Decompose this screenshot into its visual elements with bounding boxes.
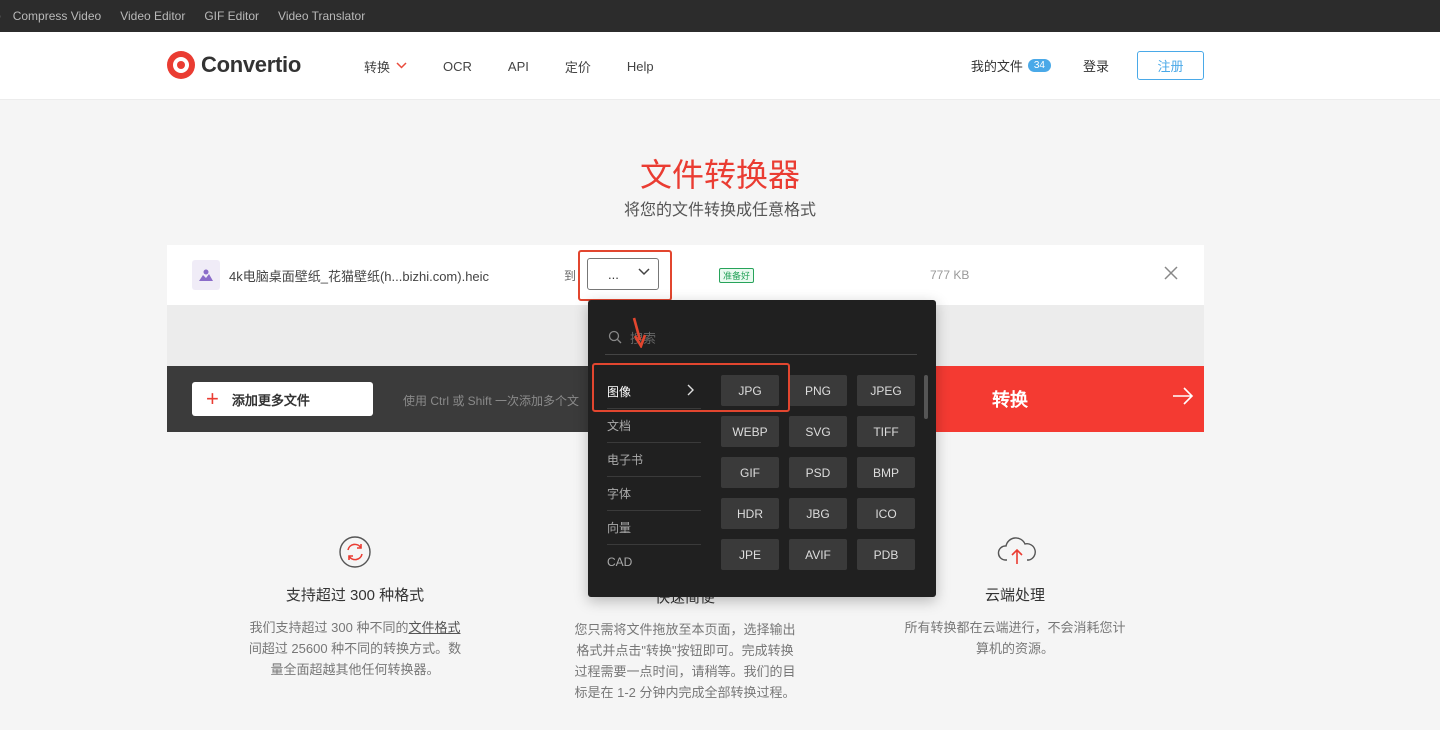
nav-convert[interactable]: 转换 <box>364 57 407 76</box>
highlight-box-format-select <box>578 250 672 301</box>
convertio-logo-icon <box>167 51 195 79</box>
logo[interactable]: Convertio <box>167 51 301 79</box>
image-file-icon <box>192 260 220 290</box>
dropdown-scrollbar[interactable] <box>924 375 928 419</box>
format-search[interactable]: 搜索 <box>605 320 917 355</box>
arrow-right-icon <box>1172 386 1194 410</box>
login-link[interactable]: 登录 <box>1083 56 1109 75</box>
category-document[interactable]: 文档 <box>607 409 701 443</box>
feature-desc-text: 格式并点击"转换"按钮即可。完成转换 <box>576 643 794 658</box>
format-option-jbg[interactable]: JBG <box>789 498 847 529</box>
signup-button[interactable]: 注册 <box>1137 51 1204 80</box>
nav-api[interactable]: API <box>508 59 529 74</box>
page-subtitle: 将您的文件转换成任意格式 <box>623 202 816 219</box>
format-option-svg[interactable]: SVG <box>789 416 847 447</box>
feature-desc-text: 您只需将文件拖放至本页面，选择输出 <box>574 622 796 637</box>
status-badge: 准备好 <box>719 268 755 283</box>
header-right: 我的文件 34 登录 注册 <box>971 51 1204 80</box>
site-header: Convertio 转换 OCR API 定价 Help 我的文件 34 登录 … <box>0 32 1440 100</box>
feature-desc-text: 我们支持超过 300 种不同的 <box>249 620 409 635</box>
logo-text: Convertio <box>201 52 301 77</box>
cloud-upload-icon <box>997 534 1036 570</box>
chevron-down-icon <box>396 61 407 72</box>
convert-button[interactable]: 转换 <box>935 366 1204 432</box>
my-files-count-badge: 34 <box>1027 59 1051 72</box>
top-link-partial[interactable]: o <box>0 9 1 23</box>
feature-formats: 支持超过 300 种格式 我们支持超过 300 种不同的文件格式 间超过 256… <box>230 534 480 680</box>
feature-desc-text: 间超过 25600 种不同的转换方式。数 <box>248 641 462 656</box>
format-option-avif[interactable]: AVIF <box>789 539 847 570</box>
file-formats-link[interactable]: 文件格式 <box>408 620 460 635</box>
nav-help[interactable]: Help <box>627 59 654 74</box>
nav-convert-label: 转换 <box>364 60 391 75</box>
category-ebook[interactable]: 电子书 <box>607 443 701 477</box>
file-size: 777 KB <box>930 268 970 282</box>
multi-select-hint: 使用 Ctrl 或 Shift 一次添加多个文 <box>403 394 580 408</box>
nav-ocr[interactable]: OCR <box>443 59 472 74</box>
feature-desc-text: 过程需要一点时间，请稍等。我们的目 <box>574 664 796 679</box>
feature-desc-text: 标是在 1-2 分钟内完成全部转换过程。 <box>574 685 796 700</box>
add-more-files-button[interactable]: + 添加更多文件 <box>192 382 373 416</box>
top-link-compress-video[interactable]: Compress Video <box>13 9 102 23</box>
top-link-video-translator[interactable]: Video Translator <box>278 9 365 23</box>
feature-title: 支持超过 300 种格式 <box>285 587 425 604</box>
annotation-arrow-icon <box>626 316 650 353</box>
feature-desc-text: 算机的资源。 <box>975 641 1054 656</box>
feature-description: 我们支持超过 300 种不同的文件格式 间超过 25600 种不同的转换方式。数… <box>230 617 480 680</box>
format-option-hdr[interactable]: HDR <box>721 498 779 529</box>
top-link-video-editor[interactable]: Video Editor <box>120 9 185 23</box>
main-nav: 转换 OCR API 定价 Help <box>364 57 690 76</box>
remove-file-icon[interactable] <box>1163 263 1179 285</box>
file-row: 4k电脑桌面壁纸_花猫壁纸(h...bizhi.com).heic 到 ... … <box>167 245 1204 305</box>
category-cad[interactable]: CAD <box>607 545 701 579</box>
format-option-gif[interactable]: GIF <box>721 457 779 488</box>
format-option-pdb[interactable]: PDB <box>857 539 915 570</box>
my-files-link[interactable]: 我的文件 34 <box>971 56 1051 75</box>
nav-pricing[interactable]: 定价 <box>565 57 591 76</box>
category-font[interactable]: 字体 <box>607 477 701 511</box>
my-files-label: 我的文件 <box>970 59 1023 74</box>
format-option-ico[interactable]: ICO <box>857 498 915 529</box>
format-option-psd[interactable]: PSD <box>789 457 847 488</box>
format-option-jpe[interactable]: JPE <box>721 539 779 570</box>
search-icon <box>608 330 622 344</box>
category-vector[interactable]: 向量 <box>607 511 701 545</box>
to-label: 到 <box>564 269 577 283</box>
format-option-png[interactable]: PNG <box>789 375 847 406</box>
top-link-gif-editor[interactable]: GIF Editor <box>204 9 259 23</box>
convert-button-label: 转换 <box>992 390 1028 410</box>
plus-icon: + <box>206 386 219 411</box>
add-more-files-label: 添加更多文件 <box>231 392 310 408</box>
format-option-webp[interactable]: WEBP <box>721 416 779 447</box>
refresh-icon <box>337 534 373 570</box>
feature-fast: 快速简便 您只需将文件拖放至本页面，选择输出 格式并点击"转换"按钮即可。完成转… <box>560 586 810 703</box>
feature-description: 所有转换都在云端进行，不会消耗您计 算机的资源。 <box>890 617 1140 659</box>
format-option-bmp[interactable]: BMP <box>857 457 915 488</box>
page-title: 文件转换器 <box>639 157 800 193</box>
feature-description: 您只需将文件拖放至本页面，选择输出 格式并点击"转换"按钮即可。完成转换 过程需… <box>560 619 810 703</box>
file-name: 4k电脑桌面壁纸_花猫壁纸(h...bizhi.com).heic <box>229 269 490 284</box>
feature-desc-text: 量全面超越其他任何转换器。 <box>270 662 440 677</box>
format-option-tiff[interactable]: TIFF <box>857 416 915 447</box>
highlight-box-image-jpg <box>592 363 790 412</box>
format-option-jpeg[interactable]: JPEG <box>857 375 915 406</box>
feature-desc-text: 所有转换都在云端进行，不会消耗您计 <box>904 620 1126 635</box>
top-strip: o Compress Video Video Editor GIF Editor… <box>0 0 1440 32</box>
